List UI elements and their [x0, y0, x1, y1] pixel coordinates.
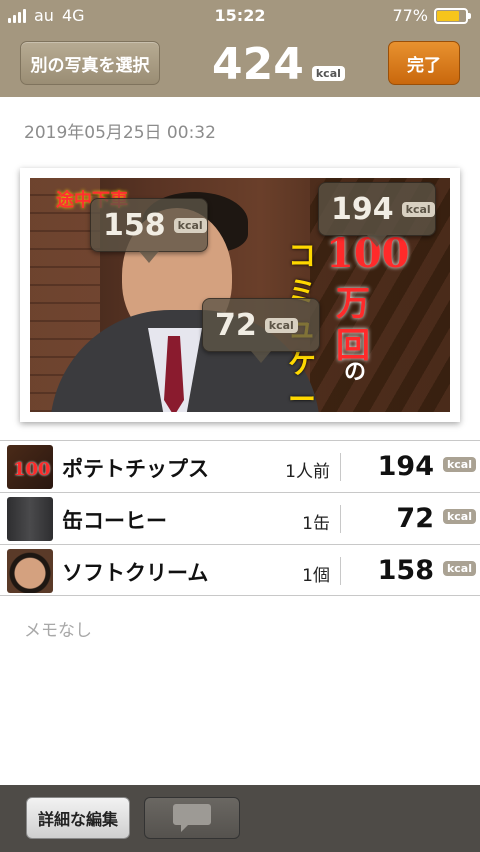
total-kcal-value: 424	[212, 38, 304, 90]
list-item[interactable]: 100 ポテトチップス 1人前 194 kcal	[0, 440, 480, 492]
comment-button[interactable]	[144, 797, 240, 839]
meal-datetime: 2019年05月25日 00:32	[24, 123, 216, 143]
item-thumbnail	[7, 549, 53, 593]
battery-percent: 77%	[392, 6, 428, 25]
item-kcal: 158	[377, 555, 434, 586]
item-portion: 1人前	[285, 462, 330, 482]
tag-value: 158	[103, 207, 166, 243]
tag-value: 194	[331, 191, 394, 227]
tag-unit: kcal	[401, 201, 435, 217]
item-thumbnail	[7, 497, 53, 541]
status-right: 77%	[392, 6, 471, 25]
photo-caption-no: の	[344, 359, 367, 385]
item-divider	[340, 453, 341, 481]
memo-text[interactable]: メモなし	[24, 616, 92, 641]
total-calories: 424 kcal	[212, 38, 345, 90]
item-divider	[340, 505, 341, 533]
item-name: ソフトクリーム	[62, 561, 209, 585]
item-name: 缶コーヒー	[62, 509, 167, 533]
total-kcal-unit: kcal	[311, 65, 345, 81]
tag-value: 72	[215, 307, 257, 343]
photo-tag-potato-chips[interactable]: 194 kcal	[318, 182, 436, 247]
speech-bubble-icon	[173, 804, 211, 832]
app-header: au 4G 15:22 77% 別の写真を選択 424 kcal 完了	[0, 0, 480, 97]
item-kcal-unit: kcal	[442, 457, 476, 472]
detailed-edit-button[interactable]: 詳細な編集	[26, 797, 130, 839]
item-kcal-unit: kcal	[442, 509, 476, 524]
item-thumbnail: 100	[7, 445, 53, 489]
item-divider	[340, 557, 341, 585]
photo-tag-soft-cream[interactable]: 158 kcal	[90, 198, 208, 263]
photo-tag-canned-coffee[interactable]: 72 kcal	[202, 298, 320, 363]
item-portion: 1個	[302, 566, 330, 586]
food-item-list: 100 ポテトチップス 1人前 194 kcal 缶コーヒー 1缶 72 kca…	[0, 440, 480, 596]
battery-icon	[434, 7, 471, 24]
meal-photo[interactable]: 途中下車 コミュケーション 100 万 回 の 194 kcal 158 kca…	[30, 178, 450, 412]
item-kcal-unit: kcal	[442, 561, 476, 576]
item-name: ポテトチップス	[62, 457, 209, 481]
battery-fill	[437, 10, 459, 21]
tag-unit: kcal	[173, 217, 207, 233]
status-bar: au 4G 15:22 77%	[0, 0, 480, 32]
item-kcal: 194	[377, 451, 434, 482]
item-kcal: 72	[396, 503, 434, 534]
list-item[interactable]: 缶コーヒー 1缶 72 kcal	[0, 492, 480, 544]
meal-photo-frame: 途中下車 コミュケーション 100 万 回 の 194 kcal 158 kca…	[20, 168, 460, 422]
item-portion: 1缶	[302, 514, 330, 534]
select-other-photo-button[interactable]: 別の写真を選択	[20, 41, 160, 85]
bottom-toolbar: 詳細な編集	[0, 785, 480, 852]
list-item[interactable]: ソフトクリーム 1個 158 kcal	[0, 544, 480, 596]
thumb-text: 100	[13, 459, 51, 480]
tag-unit: kcal	[264, 317, 298, 333]
done-button[interactable]: 完了	[388, 41, 460, 85]
